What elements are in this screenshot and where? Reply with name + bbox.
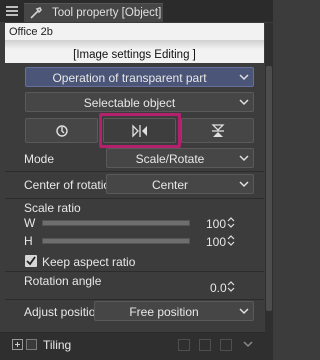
tile-mode-icon[interactable] [220, 339, 232, 351]
scale-h-stepper-icon[interactable] [227, 234, 235, 247]
operation-transparent-dropdown[interactable]: Operation of transparent part [25, 67, 254, 87]
chevron-down-icon [239, 308, 249, 315]
tiling-checkbox[interactable] [26, 339, 37, 350]
rotation-angle-value[interactable]: 0.0 [210, 281, 227, 295]
preview-caption: [Image settings Editing ] [73, 49, 196, 61]
menu-icon[interactable] [4, 4, 20, 18]
adjust-position-value: Free position [129, 305, 199, 319]
preview-name: Office 2b [9, 26, 53, 38]
center-rotation-dropdown[interactable]: Center [106, 174, 254, 194]
selectable-object-dropdown[interactable]: Selectable object [25, 92, 254, 112]
divider [5, 271, 264, 272]
operation-transparent-label: Operation of transparent part [52, 71, 207, 85]
tiling-label: Tiling [43, 338, 72, 352]
divider [5, 171, 264, 172]
rotate-button[interactable] [25, 118, 98, 143]
mode-dropdown[interactable]: Scale/Rotate [106, 148, 254, 168]
scale-h-value[interactable]: 100 [206, 235, 226, 249]
adjust-position-dropdown[interactable]: Free position [94, 301, 254, 321]
flip-vertical-icon [210, 123, 225, 137]
chevron-down-icon [239, 99, 249, 106]
object-preview: Office 2b [Image settings Editing ] [5, 23, 264, 63]
scrollbar-thumb[interactable] [266, 66, 272, 311]
flip-vertical-button[interactable] [181, 118, 254, 143]
expand-icon[interactable] [12, 339, 23, 350]
scale-h-slider[interactable] [42, 238, 190, 244]
tile-mode-icon[interactable] [178, 339, 190, 351]
keep-aspect-label: Keep aspect ratio [42, 255, 136, 269]
checkmark-icon [26, 256, 36, 266]
mode-value: Scale/Rotate [135, 152, 205, 166]
chevron-down-icon[interactable] [243, 341, 253, 348]
scale-h-label: H [24, 234, 33, 248]
tiling-section: Tiling [0, 332, 265, 360]
scale-w-label: W [24, 216, 36, 230]
tab-title: Tool property [Object] [52, 7, 162, 19]
divider [5, 198, 264, 199]
chevron-down-icon [239, 74, 249, 81]
center-rotation-value: Center [151, 178, 189, 192]
wrench-icon [30, 7, 42, 19]
divider [5, 299, 264, 300]
rotation-angle-label: Rotation angle [24, 274, 102, 288]
adjust-position-label: Adjust position [24, 305, 103, 319]
preview-image [5, 40, 264, 49]
scale-w-value[interactable]: 100 [206, 217, 226, 231]
scale-ratio-label: Scale ratio [24, 201, 81, 215]
keep-aspect-checkbox[interactable] [25, 255, 37, 267]
scale-w-slider[interactable] [42, 220, 190, 226]
rotate-icon [55, 124, 68, 137]
selectable-object-label: Selectable object [83, 96, 176, 110]
rotation-angle-stepper-icon[interactable] [227, 280, 235, 293]
center-rotation-label: Center of rotation [24, 178, 117, 192]
chevron-down-icon [239, 155, 249, 162]
mode-label: Mode [24, 152, 55, 166]
highlight-box [99, 113, 181, 148]
scale-w-stepper-icon[interactable] [227, 216, 235, 229]
chevron-down-icon [239, 181, 249, 188]
panel-titlebar: Tool property [Object] [0, 0, 273, 22]
tile-mode-icon[interactable] [199, 339, 211, 351]
tab-tool-property[interactable]: Tool property [Object] [24, 3, 163, 22]
